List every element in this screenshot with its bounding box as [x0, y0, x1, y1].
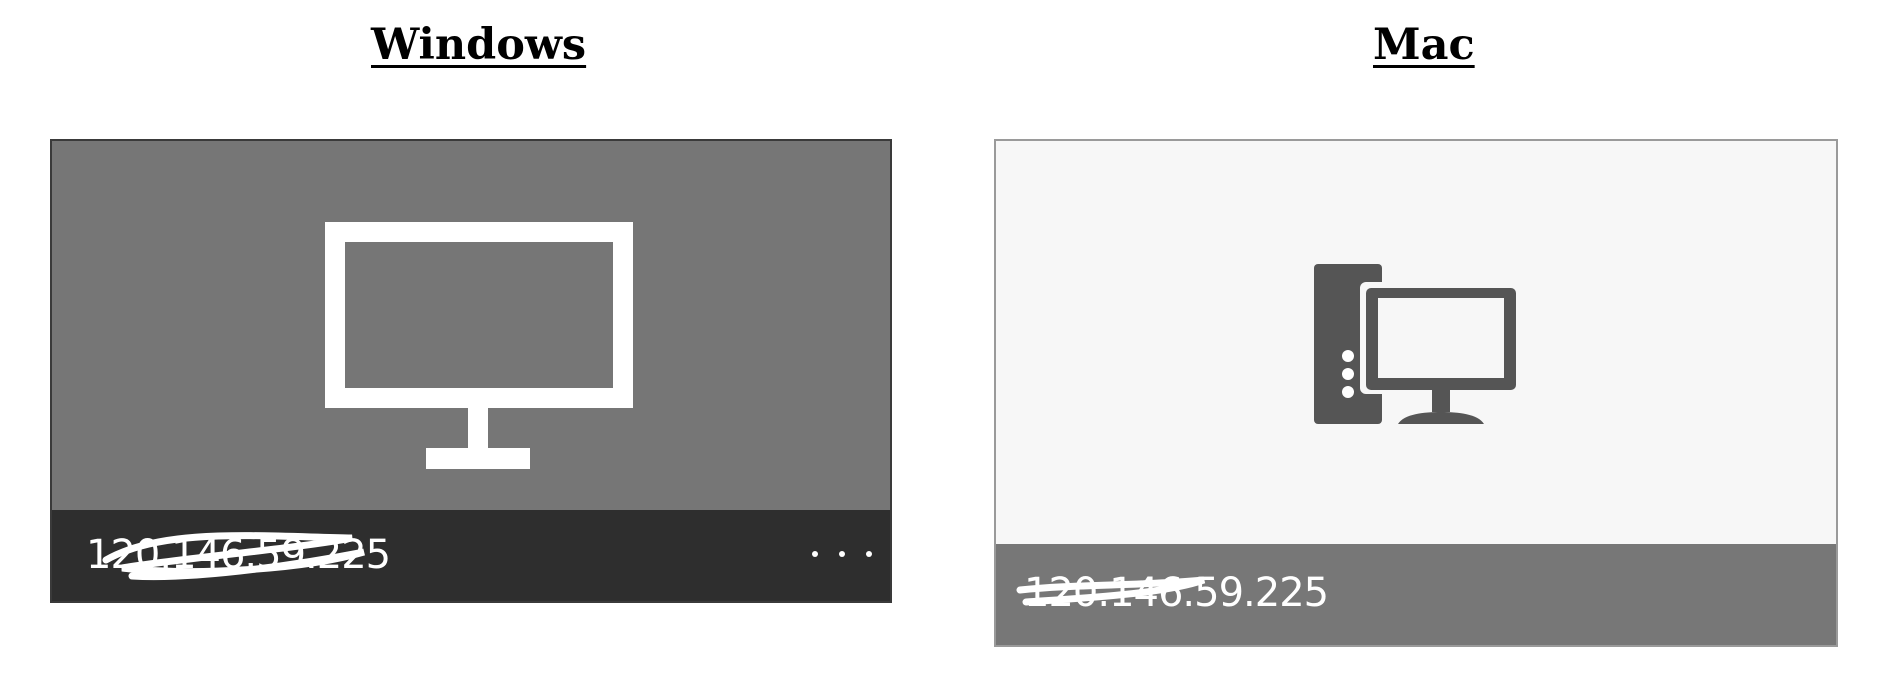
mac-heading: Mac — [1373, 20, 1475, 70]
more-dot-icon — [812, 551, 818, 557]
windows-heading: Windows — [371, 20, 587, 70]
mac-pc-footer: 120.146.59.225 — [996, 544, 1836, 645]
windows-pc-tile[interactable]: 120.146.59.225 — [50, 139, 892, 603]
desktop-computer-icon — [1314, 264, 1519, 424]
redaction-scribble — [102, 532, 365, 581]
more-options-button[interactable] — [812, 534, 872, 574]
windows-pc-thumbnail — [52, 141, 890, 514]
redaction-scribble — [1016, 576, 1206, 606]
monitor-icon — [325, 222, 633, 469]
windows-pc-footer: 120.146.59.225 — [52, 510, 890, 601]
mac-pc-thumbnail — [996, 141, 1836, 546]
more-dot-icon — [866, 551, 872, 557]
more-dot-icon — [839, 551, 845, 557]
mac-pc-tile[interactable]: 120.146.59.225 — [994, 139, 1838, 647]
